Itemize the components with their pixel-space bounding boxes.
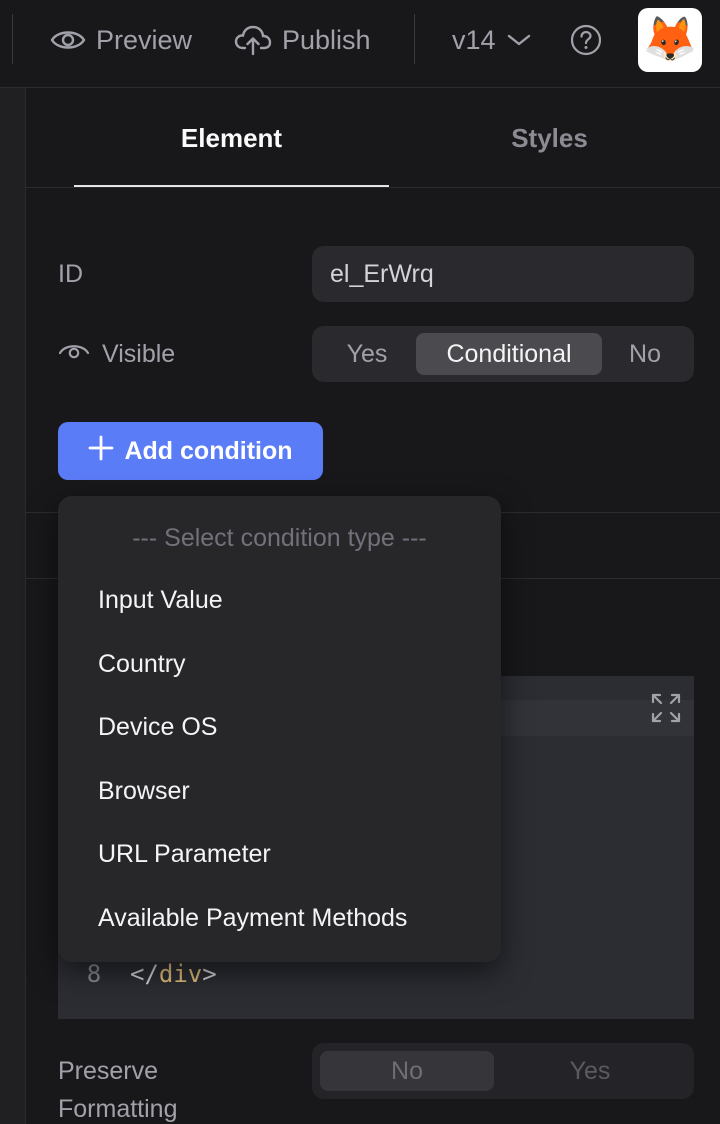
visible-label-text: Visible [102, 339, 176, 368]
divider [414, 14, 415, 64]
code-bracket-close: > [202, 960, 217, 988]
dropdown-item-browser[interactable]: Browser [98, 771, 190, 811]
active-tab-indicator [74, 185, 389, 187]
id-label: ID [58, 256, 83, 292]
left-panel-edge [0, 88, 26, 1124]
chevron-down-icon [506, 32, 532, 48]
publish-button[interactable]: Publish [234, 18, 371, 62]
cloud-upload-icon [234, 24, 272, 56]
dropdown-item-device-os[interactable]: Device OS [98, 707, 217, 747]
divider [12, 14, 13, 64]
preserve-formatting-segmented-control: No Yes [312, 1043, 694, 1099]
dropdown-item-input-value[interactable]: Input Value [98, 580, 223, 620]
preserve-formatting-option-yes[interactable]: Yes [494, 1051, 686, 1091]
visible-label: Visible [58, 336, 175, 372]
visible-segmented-control: Yes Conditional No [312, 326, 694, 382]
preview-label: Preview [96, 24, 193, 55]
visible-option-conditional[interactable]: Conditional [416, 333, 602, 375]
add-condition-button[interactable]: Add condition [58, 422, 323, 480]
preserve-formatting-label: Preserve Formatting [58, 1057, 178, 1123]
help-button[interactable] [570, 18, 602, 62]
fox-avatar-icon: 🦊 [642, 15, 698, 64]
dropdown-item-available-payment-methods[interactable]: Available Payment Methods [98, 898, 407, 938]
id-input[interactable]: el_ErWrq [312, 246, 694, 302]
top-bar: Preview Publish v14 🦊 [0, 0, 720, 88]
preserve-formatting-option-no[interactable]: No [320, 1051, 494, 1091]
dropdown-item-country[interactable]: Country [98, 644, 186, 684]
id-label-text: ID [58, 259, 83, 288]
condition-type-dropdown: --- Select condition type --- Input Valu… [58, 496, 501, 962]
help-icon [570, 24, 602, 56]
app-root: Preview Publish v14 🦊 Element Styles ID … [0, 0, 720, 1124]
version-dropdown[interactable]: v14 [452, 18, 532, 62]
dropdown-item-url-parameter[interactable]: URL Parameter [98, 834, 271, 874]
avatar[interactable]: 🦊 [638, 8, 702, 72]
tab-styles[interactable]: Styles [392, 88, 707, 188]
panel-tabs: Element Styles [26, 88, 720, 188]
plus-icon [88, 435, 114, 468]
id-value: el_ErWrq [330, 259, 434, 288]
preview-button[interactable]: Preview [50, 18, 192, 62]
expand-icon[interactable] [650, 692, 682, 724]
visible-option-yes[interactable]: Yes [318, 333, 416, 375]
eye-icon [58, 340, 90, 369]
version-label: v14 [452, 24, 496, 55]
dropdown-header: --- Select condition type --- [132, 524, 427, 552]
tab-element[interactable]: Element [74, 88, 389, 188]
publish-label: Publish [282, 24, 371, 55]
code-bracket-open: </ [130, 960, 159, 988]
add-condition-label: Add condition [124, 436, 293, 465]
code-tag-name: div [158, 960, 203, 988]
line-number: 8 [86, 960, 102, 988]
eye-icon [50, 27, 86, 53]
visible-option-no[interactable]: No [602, 333, 688, 375]
